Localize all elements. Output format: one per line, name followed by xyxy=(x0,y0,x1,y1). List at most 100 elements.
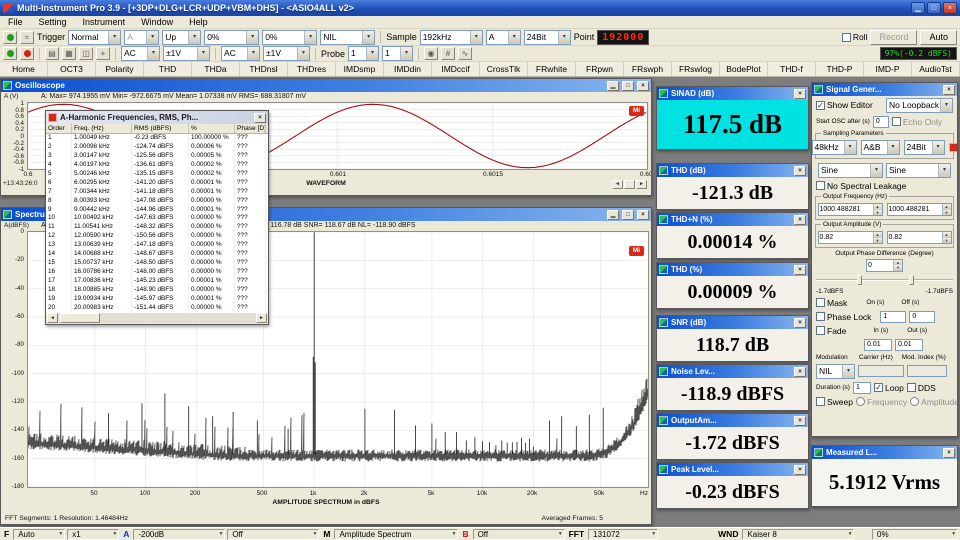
ddp-title-bar[interactable]: SNR (dB)× xyxy=(657,316,808,329)
tab-oct3[interactable]: OCT3 xyxy=(48,62,96,76)
fade-checkbox[interactable]: Fade xyxy=(816,326,846,336)
ddp-title-bar[interactable]: THD (dB)× xyxy=(657,164,808,177)
loop-checkbox[interactable]: ✓Loop xyxy=(874,383,904,393)
ddp-title-bar[interactable]: THD+N (%)× xyxy=(657,213,808,226)
minimize-icon[interactable]: ▁ xyxy=(607,210,619,220)
table-row[interactable]: 55.00246 kHz-135.15 dBFS0.00002 %??? xyxy=(46,170,268,179)
slider-thumb-a[interactable] xyxy=(857,275,862,285)
spin-down-icon[interactable]: ▼ xyxy=(943,238,951,244)
table-row[interactable]: 22.00098 kHz-124.74 dBFS0.00006 %??? xyxy=(46,143,268,152)
slider-thumb-b[interactable] xyxy=(909,275,914,285)
table-row[interactable]: 1212.00590 kHz-150.56 dBFS0.00000 %??? xyxy=(46,232,268,241)
trigger-hpf-select[interactable]: NIL▾ xyxy=(320,30,375,45)
maximize-icon[interactable]: □ xyxy=(927,2,941,14)
overlap-select[interactable]: 0%▾ xyxy=(872,529,958,540)
waveform-a-select[interactable]: Sine▾ xyxy=(818,163,883,178)
frequency-b-field[interactable]: 1000.488281▲▼ xyxy=(887,203,952,216)
a-range-select[interactable]: -200dB▾ xyxy=(133,529,225,540)
menu-item-help[interactable]: Help xyxy=(181,16,216,29)
trigger-single-icon[interactable]: ≈ xyxy=(20,31,34,44)
record-button[interactable]: Record xyxy=(870,30,917,45)
close-icon[interactable]: × xyxy=(794,318,806,328)
ddp-title-bar[interactable]: SINAD (dB)× xyxy=(657,87,808,100)
close-icon[interactable]: × xyxy=(794,215,806,225)
table-row[interactable]: 88.00393 kHz-147.08 dBFS0.00000 %??? xyxy=(46,197,268,206)
column-header[interactable]: Order xyxy=(46,124,72,133)
input-b-range-select[interactable]: ±1V▾ xyxy=(263,46,310,61)
close-icon[interactable]: × xyxy=(794,89,806,99)
gen-sample-rate-select[interactable]: 48kHz▾ xyxy=(812,140,857,155)
phase-lock-checkbox[interactable]: Phase Lock xyxy=(816,312,871,322)
table-row[interactable]: 1717.00836 kHz-145.23 dBFS0.00001 %??? xyxy=(46,277,268,286)
minimize-icon[interactable]: ▁ xyxy=(911,2,925,14)
show-editor-checkbox[interactable]: ✓Show Editor xyxy=(816,100,873,110)
copy-icon[interactable]: ◫ xyxy=(79,47,93,60)
trigger-settings-icon[interactable] xyxy=(3,31,17,44)
close-icon[interactable]: × xyxy=(794,465,806,475)
tab-thdres[interactable]: THDres xyxy=(288,62,336,76)
zoom-icon[interactable]: + xyxy=(96,47,110,60)
menu-item-setting[interactable]: Setting xyxy=(31,16,75,29)
trigger-mode-select[interactable]: Normal▾ xyxy=(68,30,121,45)
roll-checkbox[interactable]: Roll xyxy=(842,32,868,42)
tab-thda[interactable]: THDa xyxy=(192,62,240,76)
window-function-select[interactable]: Kaiser 8▾ xyxy=(742,529,854,540)
column-header[interactable]: Phase [D] xyxy=(235,124,266,133)
scrollbar-thumb[interactable] xyxy=(624,180,635,189)
table-row[interactable]: 1919.00934 kHz-145.97 dBFS0.00001 %??? xyxy=(46,295,268,304)
tab-frpwn[interactable]: FRpwn xyxy=(576,62,624,76)
minimize-icon[interactable]: ▁ xyxy=(607,81,619,91)
dds-checkbox[interactable]: DDS xyxy=(907,383,936,393)
save-icon[interactable]: ▤ xyxy=(45,47,59,60)
tab-imdccif[interactable]: IMDccif xyxy=(432,62,480,76)
ddp-title-bar[interactable]: Peak Level...× xyxy=(657,463,808,476)
echo-only-checkbox[interactable]: Echo Only xyxy=(892,117,942,127)
sweep-amplitude-radio[interactable]: Amplitude xyxy=(910,397,958,407)
table-row[interactable]: 1515.00737 kHz-148.50 dBFS0.00000 %??? xyxy=(46,259,268,268)
view-mode-select[interactable]: Amplitude Spectrum▾ xyxy=(334,529,458,540)
fade-in-field[interactable]: 0.01 xyxy=(864,339,892,351)
table-row[interactable]: 1616.00786 kHz-148.00 dBFS0.00000 %??? xyxy=(46,268,268,277)
counter-icon[interactable]: # xyxy=(441,47,455,60)
column-header[interactable]: RMS (dBFS) xyxy=(132,124,189,133)
scroll-right-icon[interactable]: ► xyxy=(636,180,647,189)
spin-down-icon[interactable]: ▼ xyxy=(874,210,882,216)
fft-size-select[interactable]: 131072▾ xyxy=(588,529,658,540)
table-row[interactable]: 1414.00688 kHz-148.67 dBFS0.00000 %??? xyxy=(46,250,268,259)
title-bar[interactable]: Multi-Instrument Pro 3.9 - [+3DP+DLG+LCR… xyxy=(0,0,960,16)
column-header[interactable]: % xyxy=(189,124,235,133)
oscilloscope-window-title-bar[interactable]: Oscilloscope▁□× xyxy=(1,79,651,92)
tab-frwhite[interactable]: FRwhite xyxy=(528,62,576,76)
maximize-icon[interactable]: □ xyxy=(622,81,634,91)
table-row[interactable]: 2020.00983 kHz-151.44 dBFS0.00000 %??? xyxy=(46,304,268,313)
modulation-select[interactable]: NIL▾ xyxy=(816,364,855,379)
ddp-title-bar[interactable]: THD (%)× xyxy=(657,263,808,276)
tab-thd-f[interactable]: THD-f xyxy=(768,62,816,76)
phase-lock-off-field[interactable]: 0 xyxy=(909,311,935,323)
gen-channel-select[interactable]: A&B▾ xyxy=(861,140,900,155)
scope-h-scrollbar[interactable]: ◄► xyxy=(612,180,647,189)
stop-icon[interactable] xyxy=(20,47,34,60)
tab-thd-p[interactable]: THD-P xyxy=(816,62,864,76)
table-row[interactable]: 77.00344 kHz-141.18 dBFS0.00001 %??? xyxy=(46,188,268,197)
spin-down-icon[interactable]: ▼ xyxy=(874,238,882,244)
close-icon[interactable]: × xyxy=(637,81,649,91)
scrollbar-track[interactable] xyxy=(58,313,256,323)
table-row[interactable]: 1313.00639 kHz-147.18 dBFS0.00000 %??? xyxy=(46,241,268,250)
amplitude-b-field[interactable]: 0.82▲▼ xyxy=(887,231,952,244)
table-row[interactable]: 1010.00492 kHz-147.63 dBFS0.00000 %??? xyxy=(46,214,268,223)
column-header[interactable]: Freq. (Hz) xyxy=(72,124,132,133)
probe-a-select[interactable]: 1▾ xyxy=(348,46,379,61)
sweep-checkbox[interactable]: Sweep xyxy=(816,397,853,407)
table-row[interactable]: 11.00049 kHz-0.23 dBFS100.00000 %??? xyxy=(46,134,268,143)
signal-generator-window-title-bar[interactable]: Signal Gener...× xyxy=(812,83,957,96)
generator-icon[interactable]: ∿ xyxy=(458,47,472,60)
trigger-delay-select[interactable]: 0%▾ xyxy=(262,30,317,45)
tab-thdnsl[interactable]: THDnsl xyxy=(240,62,288,76)
b-mode-select[interactable]: Off▾ xyxy=(473,529,565,540)
scroll-left-icon[interactable]: ◄ xyxy=(612,180,623,189)
table-row[interactable]: 44.00197 kHz-136.61 dBFS0.00002 %??? xyxy=(46,161,268,170)
a-mode-select[interactable]: Off▾ xyxy=(227,529,319,540)
tab-audiotst[interactable]: AudioTst xyxy=(912,62,960,76)
freq-mode-select[interactable]: Auto▾ xyxy=(13,529,65,540)
